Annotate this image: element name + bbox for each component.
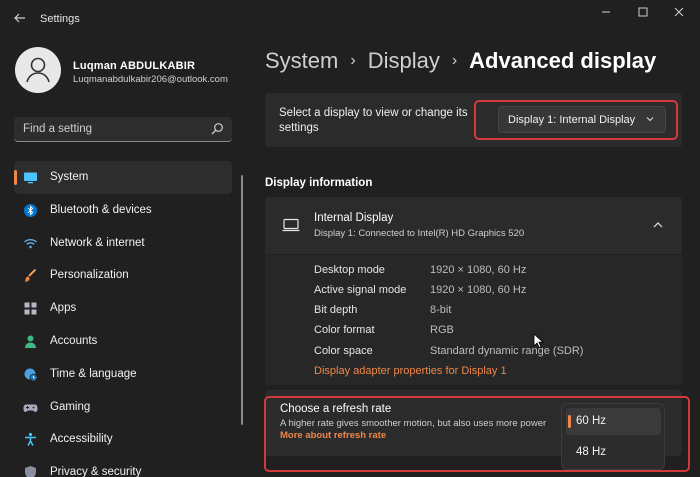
info-key: Color format — [314, 324, 375, 336]
monitor-icon — [24, 172, 37, 184]
sidebar-nav: System Bluetooth & devices Network & int… — [14, 161, 232, 477]
display-info-header[interactable] — [265, 197, 682, 254]
sidebar-item-apps[interactable]: Apps — [14, 292, 232, 325]
highlight-box-display-select — [474, 100, 678, 140]
search-placeholder: Find a setting — [23, 123, 93, 135]
sidebar-item-time-language[interactable]: Time & language — [14, 358, 232, 391]
breadcrumb-system[interactable]: System — [265, 48, 338, 73]
highlight-box-refresh-rate — [264, 396, 690, 472]
select-display-label: Select a display to view or change its s… — [279, 107, 468, 134]
title-bar: Settings — [0, 0, 700, 40]
gamepad-icon — [23, 404, 38, 412]
bluetooth-icon — [24, 203, 37, 217]
sidebar-item-label: Accounts — [50, 334, 98, 347]
user-name: Luqman ABDULKABIR — [73, 60, 196, 72]
chevron-right-icon: › — [451, 52, 458, 69]
person-icon — [25, 335, 36, 348]
sidebar-item-bluetooth[interactable]: Bluetooth & devices — [14, 194, 232, 227]
apps-icon — [24, 302, 37, 315]
laptop-icon — [282, 218, 300, 232]
shield-icon — [25, 466, 36, 477]
sidebar-item-gaming[interactable]: Gaming — [14, 391, 232, 424]
person-icon — [26, 57, 50, 83]
display-name: Internal Display — [314, 212, 394, 224]
info-value: 8-bit — [430, 304, 452, 316]
breadcrumb: System › Display › Advanced display — [265, 48, 656, 74]
wifi-icon — [24, 238, 37, 248]
minimize-icon[interactable] — [593, 6, 619, 22]
sidebar-item-label: Network & internet — [50, 236, 145, 249]
sidebar-item-label: Privacy & security — [50, 466, 142, 477]
info-key: Desktop mode — [314, 264, 385, 276]
window-title: Settings — [40, 13, 80, 25]
info-value: RGB — [430, 324, 454, 336]
info-value: Standard dynamic range (SDR) — [430, 345, 584, 357]
sidebar-item-label: Gaming — [50, 400, 91, 413]
sidebar-item-network[interactable]: Network & internet — [14, 227, 232, 260]
sidebar-item-privacy[interactable]: Privacy & security — [14, 456, 232, 477]
sidebar-item-label: Personalization — [50, 269, 129, 282]
sidebar-item-label: System — [50, 171, 89, 183]
search-input[interactable]: Find a setting — [14, 117, 232, 142]
close-icon[interactable] — [666, 6, 692, 22]
sidebar-item-label: Time & language — [50, 367, 137, 380]
sidebar-item-system[interactable]: System — [14, 161, 232, 194]
chevron-right-icon: › — [350, 52, 356, 69]
sidebar-item-personalization[interactable]: Personalization — [14, 259, 232, 292]
back-arrow-icon[interactable] — [12, 11, 28, 27]
info-key: Bit depth — [314, 304, 358, 316]
search-icon[interactable] — [210, 122, 224, 136]
page-title: Advanced display — [469, 48, 657, 73]
breadcrumb-display[interactable]: Display — [368, 48, 440, 73]
sidebar-item-label: Bluetooth & devices — [50, 203, 152, 216]
info-value: 1920 × 1080, 60 Hz — [430, 264, 527, 276]
sidebar-item-label: Apps — [50, 302, 77, 315]
info-value: 1920 × 1080, 60 Hz — [430, 284, 527, 296]
sidebar-item-accessibility[interactable]: Accessibility — [14, 423, 232, 456]
user-email: Luqmanabdulkabir206@outlook.com — [73, 74, 228, 85]
sidebar-item-accounts[interactable]: Accounts — [14, 325, 232, 358]
sidebar-item-label: Accessibility — [50, 433, 113, 446]
maximize-icon[interactable] — [630, 6, 656, 22]
section-title: Display information — [265, 177, 373, 189]
chevron-up-icon[interactable] — [652, 220, 664, 230]
display-connection: Display 1: Connected to Intel(R) HD Grap… — [314, 228, 525, 239]
globe-clock-icon — [24, 368, 38, 382]
sidebar-scrollbar[interactable] — [241, 175, 243, 425]
accessibility-icon — [25, 433, 36, 447]
avatar[interactable] — [15, 47, 61, 93]
brush-icon — [24, 269, 37, 283]
info-key: Active signal mode — [314, 284, 407, 296]
adapter-properties-link[interactable]: Display adapter properties for Display 1 — [314, 365, 507, 377]
info-key: Color space — [314, 345, 373, 357]
mouse-cursor-icon — [533, 333, 545, 349]
